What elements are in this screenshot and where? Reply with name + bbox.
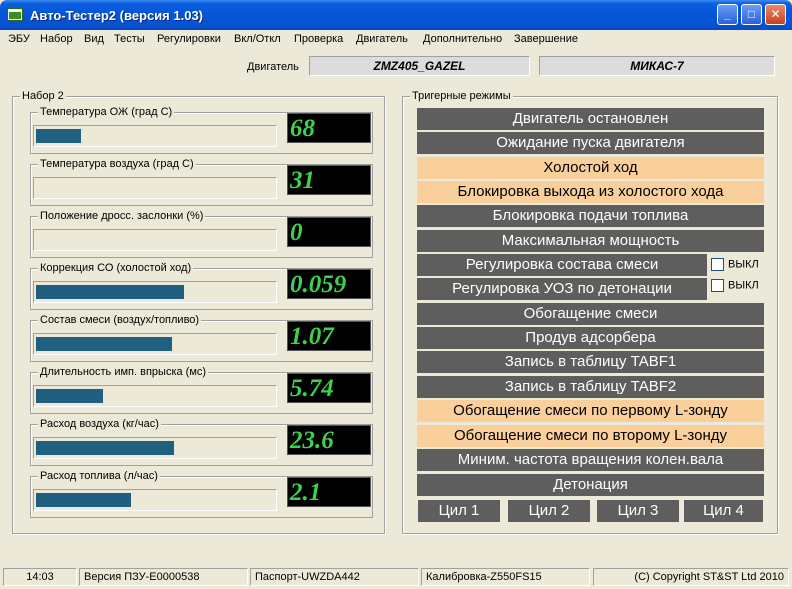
- params-groupbox-title: Набор 2: [20, 90, 66, 102]
- menu-set[interactable]: Набор: [40, 33, 73, 45]
- cylinder-4-indicator: Цил 4: [684, 500, 763, 522]
- param-bar: [33, 385, 277, 407]
- mode-canister-purge: Продув адсорбера: [417, 327, 764, 349]
- status-copyright: (C) Copyright ST&ST Ltd 2010: [593, 568, 789, 586]
- menu-view[interactable]: Вид: [84, 33, 104, 45]
- param-mixture-ratio: Состав смеси (воздух/топливо) 1.07: [30, 314, 373, 362]
- status-rom-version: Версия ПЗУ-E0000538: [79, 568, 248, 586]
- param-bar: [33, 333, 277, 355]
- ecu-type-field: МИКАС-7: [539, 56, 775, 76]
- mode-knock: Детонация: [417, 474, 764, 496]
- param-label: Температура воздуха (град С): [38, 158, 196, 170]
- cylinder-1-indicator: Цил 1: [418, 500, 500, 522]
- minimize-button[interactable]: _: [717, 4, 738, 25]
- param-value-display: 31: [287, 165, 371, 195]
- param-coolant-temp: Температура ОЖ (град С) 68: [30, 106, 373, 154]
- param-bar: [33, 177, 277, 199]
- window-title: Авто-Тестер2 (версия 1.03): [30, 8, 204, 23]
- cylinder-2-indicator: Цил 2: [508, 500, 590, 522]
- param-bar-fill: [36, 285, 184, 299]
- param-value-display: 5.74: [287, 373, 371, 403]
- menu-on-off[interactable]: Вкл/Откл: [234, 33, 281, 45]
- knock-adjust-checkbox[interactable]: [711, 279, 724, 292]
- status-passport: Паспорт-UWZDA442: [250, 568, 419, 586]
- param-bar-fill: [36, 441, 174, 455]
- param-value-display: 0.059: [287, 269, 371, 299]
- mode-enrich-lambda2: Обогащение смеси по второму L-зонду: [417, 425, 764, 447]
- mode-max-power: Максимальная мощность: [417, 230, 764, 252]
- menu-bar: ЭБУ Набор Вид Тесты Регулировки Вкл/Откл…: [0, 30, 792, 50]
- mode-engine-stopped: Двигатель остановлен: [417, 108, 764, 130]
- param-bar-fill: [36, 389, 103, 403]
- param-value-display: 1.07: [287, 321, 371, 351]
- param-throttle-position: Положение дросс. заслонки (%) 0: [30, 210, 373, 258]
- mode-knock-ignition-adjust: Регулировка УОЗ по детонации: [417, 278, 707, 300]
- param-label: Расход воздуха (кг/час): [38, 418, 161, 430]
- param-bar: [33, 489, 277, 511]
- param-label: Расход топлива (л/час): [38, 470, 160, 482]
- checkbox-label: ВЫКЛ: [728, 258, 759, 271]
- param-label: Температура ОЖ (град С): [38, 106, 175, 118]
- param-bar: [33, 281, 277, 303]
- mixture-adjust-checkbox[interactable]: [711, 258, 724, 271]
- checkbox-label: ВЫКЛ: [728, 279, 759, 292]
- status-time: 14:03: [3, 568, 77, 586]
- param-co-correction: Коррекция СО (холостой ход) 0.059: [30, 262, 373, 310]
- mode-write-tabf1: Запись в таблицу TABF1: [417, 351, 764, 373]
- status-bar: 14:03 Версия ПЗУ-E0000538 Паспорт-UWZDA4…: [0, 566, 792, 589]
- menu-exit[interactable]: Завершение: [514, 33, 578, 45]
- app-icon: [7, 8, 23, 21]
- mode-fuel-cutoff: Блокировка подачи топлива: [417, 205, 764, 227]
- menu-additional[interactable]: Дополнительно: [423, 33, 502, 45]
- param-label: Состав смеси (воздух/топливо): [38, 314, 202, 326]
- param-fuel-flow: Расход топлива (л/час) 2.1: [30, 470, 373, 518]
- menu-engine[interactable]: Двигатель: [356, 33, 408, 45]
- param-bar-fill: [36, 337, 172, 351]
- param-label: Положение дросс. заслонки (%): [38, 210, 206, 222]
- cylinder-3-indicator: Цил 3: [597, 500, 679, 522]
- param-bar: [33, 229, 277, 251]
- close-button[interactable]: ✕: [765, 4, 786, 25]
- param-value-display: 68: [287, 113, 371, 143]
- mode-enrich-lambda1: Обогащение смеси по первому L-зонду: [417, 400, 764, 422]
- menu-ecu[interactable]: ЭБУ: [8, 33, 30, 45]
- mode-idle-exit-block: Блокировка выхода из холостого хода: [417, 181, 764, 203]
- mode-enrichment: Обогащение смеси: [417, 303, 764, 325]
- param-value-display: 2.1: [287, 477, 371, 507]
- title-bar[interactable]: Авто-Тестер2 (версия 1.03) _ □ ✕: [0, 0, 792, 30]
- status-calibration: Калибровка-Z550FS15: [421, 568, 590, 586]
- param-bar: [33, 125, 277, 147]
- menu-adjustments[interactable]: Регулировки: [157, 33, 221, 45]
- mode-start-waiting: Ожидание пуска двигателя: [417, 132, 764, 154]
- knock-adjust-toggle[interactable]: ВЫКЛ: [711, 279, 759, 292]
- mode-min-crank-speed: Миним. частота вращения колен.вала: [417, 449, 764, 471]
- param-value-display: 23.6: [287, 425, 371, 455]
- maximize-button[interactable]: □: [741, 4, 762, 25]
- param-air-temp: Температура воздуха (град С) 31: [30, 158, 373, 206]
- menu-check[interactable]: Проверка: [294, 33, 343, 45]
- param-injection-pulse: Длительность имп. впрыска (мс) 5.74: [30, 366, 373, 414]
- param-bar: [33, 437, 277, 459]
- triggers-groupbox-title: Тригерные режимы: [410, 90, 513, 102]
- param-label: Длительность имп. впрыска (мс): [38, 366, 209, 378]
- param-label: Коррекция СО (холостой ход): [38, 262, 194, 274]
- mixture-adjust-toggle[interactable]: ВЫКЛ: [711, 258, 759, 271]
- engine-label: Двигатель: [247, 61, 299, 73]
- param-value-display: 0: [287, 217, 371, 247]
- param-bar-fill: [36, 129, 81, 143]
- menu-tests[interactable]: Тесты: [114, 33, 145, 45]
- param-bar-fill: [36, 493, 131, 507]
- mode-write-tabf2: Запись в таблицу TABF2: [417, 376, 764, 398]
- mode-mixture-adjust: Регулировка состава смеси: [417, 254, 707, 276]
- engine-model-field: ZMZ405_GAZEL: [309, 56, 530, 76]
- param-air-flow: Расход воздуха (кг/час) 23.6: [30, 418, 373, 466]
- mode-idle: Холостой ход: [417, 157, 764, 179]
